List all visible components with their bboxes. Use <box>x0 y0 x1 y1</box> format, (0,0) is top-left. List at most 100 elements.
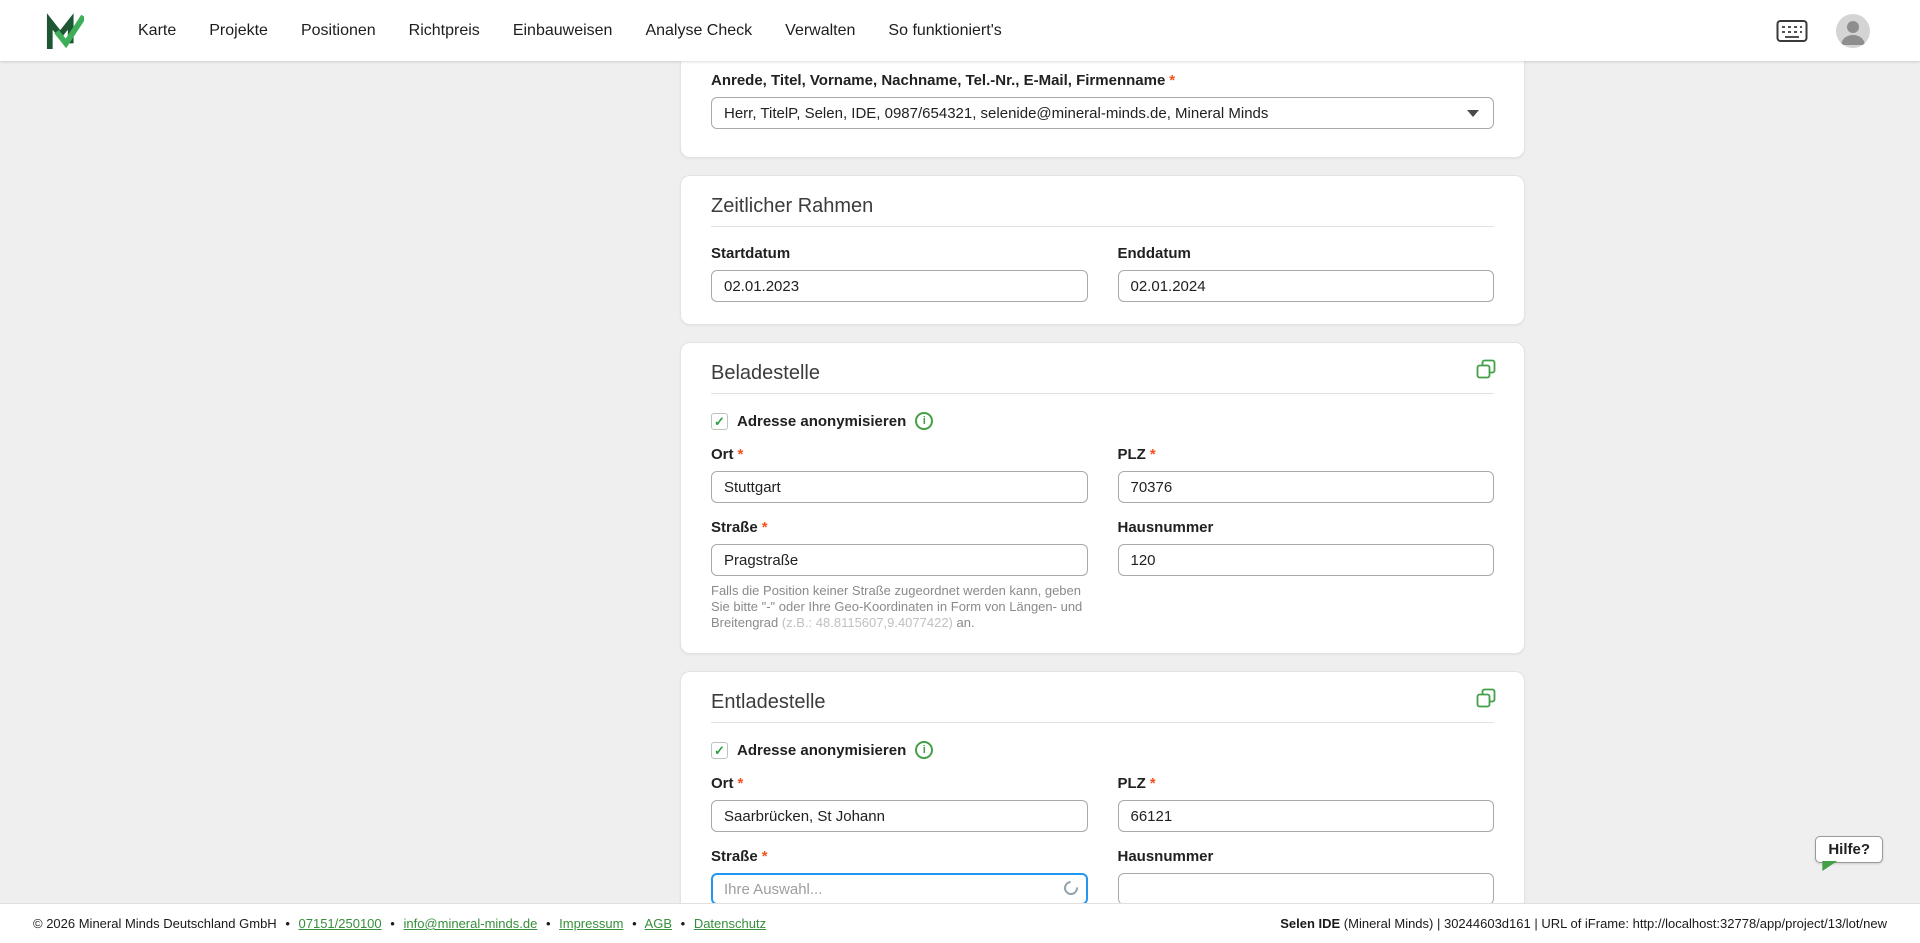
loading-zip-label: PLZ* <box>1118 446 1495 464</box>
required-mark: * <box>762 848 768 865</box>
footer-separator: • <box>681 916 686 931</box>
timeframe-title: Zeitlicher Rahmen <box>711 194 1494 218</box>
contact-field-label-text: Anrede, Titel, Vorname, Nachname, Tel.-N… <box>711 72 1165 89</box>
footer-link-impressum[interactable]: Impressum <box>559 916 623 931</box>
contact-card: Anrede, Titel, Vorname, Nachname, Tel.-N… <box>680 61 1525 158</box>
keyboard-icon-glyph <box>1776 19 1808 43</box>
footer-left: © 2026 Mineral Minds Deutschland GmbH • … <box>33 916 766 931</box>
footer-separator: • <box>390 916 395 931</box>
section-divider <box>711 226 1494 227</box>
footer-link-email[interactable]: info@mineral-minds.de <box>403 916 537 931</box>
footer-link-agb[interactable]: AGB <box>645 916 672 931</box>
unloading-city-field: Ort* <box>711 775 1088 832</box>
start-date-label: Startdatum <box>711 245 1088 263</box>
unloading-street-input[interactable] <box>711 873 1088 903</box>
unloading-zip-label: PLZ* <box>1118 775 1495 793</box>
help-button[interactable]: Hilfe? <box>1815 836 1883 863</box>
loading-city-label-text: Ort <box>711 446 734 463</box>
user-avatar[interactable] <box>1836 14 1870 48</box>
nav-item-so-funktionierts[interactable]: So funktioniert's <box>888 22 1001 40</box>
footer-separator: • <box>632 916 637 931</box>
nav-item-richtpreis[interactable]: Richtpreis <box>409 22 480 40</box>
nav-item-analyse-check[interactable]: Analyse Check <box>645 22 752 40</box>
unloading-housenumber-input[interactable] <box>1118 873 1495 903</box>
loading-city-field: Ort* <box>711 446 1088 503</box>
nav-item-einbauweisen[interactable]: Einbauweisen <box>513 22 613 40</box>
unloading-city-input[interactable] <box>711 800 1088 832</box>
timeframe-card: Zeitlicher Rahmen Startdatum Enddatum <box>680 175 1525 325</box>
keyboard-icon[interactable] <box>1776 18 1810 44</box>
nav-item-verwalten[interactable]: Verwalten <box>785 22 855 40</box>
footer-link-phone[interactable]: 07151/250100 <box>299 916 382 931</box>
anonymize-row: ✓ Adresse anonymisieren i <box>711 741 1494 759</box>
end-date-input[interactable] <box>1118 270 1495 302</box>
loading-city-label: Ort* <box>711 446 1088 464</box>
loading-zip-input[interactable] <box>1118 471 1495 503</box>
footer-separator: • <box>285 916 290 931</box>
section-divider <box>711 722 1494 723</box>
footer-separator: • <box>546 916 551 931</box>
main-navigation: Karte Projekte Positionen Richtpreis Ein… <box>138 22 1002 40</box>
loading-point-title: Beladestelle <box>711 361 1494 385</box>
required-mark: * <box>1150 775 1156 792</box>
main-content: Anrede, Titel, Vorname, Nachname, Tel.-N… <box>0 61 1920 903</box>
logo-icon <box>46 12 84 50</box>
unloading-point-card: Entladestelle ✓ Adresse anonymisieren i … <box>680 671 1525 903</box>
required-mark: * <box>1169 72 1175 89</box>
copy-address-icon[interactable] <box>1476 359 1496 379</box>
street-hint-text: Falls die Position keiner Straße zugeord… <box>711 583 1088 631</box>
unloading-point-title: Entladestelle <box>711 690 1494 714</box>
unloading-zip-label-text: PLZ <box>1118 775 1146 792</box>
unloading-housenumber-label: Hausnummer <box>1118 848 1495 866</box>
page-footer: © 2026 Mineral Minds Deutschland GmbH • … <box>0 903 1920 943</box>
nav-item-projekte[interactable]: Projekte <box>209 22 268 40</box>
footer-status-text: (Mineral Minds) | 30244603d161 | URL of … <box>1340 916 1887 931</box>
start-date-field: Startdatum <box>711 245 1088 302</box>
footer-copyright: © 2026 Mineral Minds Deutschland GmbH <box>33 916 277 931</box>
info-icon[interactable]: i <box>915 412 933 430</box>
loading-housenumber-label: Hausnummer <box>1118 519 1495 537</box>
loading-city-input[interactable] <box>711 471 1088 503</box>
unloading-zip-input[interactable] <box>1118 800 1495 832</box>
contact-field-label: Anrede, Titel, Vorname, Nachname, Tel.-N… <box>711 72 1494 90</box>
required-mark: * <box>738 446 744 463</box>
loading-street-label-text: Straße <box>711 519 758 536</box>
unloading-city-label-text: Ort <box>711 775 734 792</box>
end-date-field: Enddatum <box>1118 245 1495 302</box>
nav-item-positionen[interactable]: Positionen <box>301 22 376 40</box>
loading-street-input[interactable] <box>711 544 1088 576</box>
loading-housenumber-input[interactable] <box>1118 544 1495 576</box>
required-mark: * <box>762 519 768 536</box>
contact-select[interactable]: Herr, TitelP, Selen, IDE, 0987/654321, s… <box>711 97 1494 129</box>
street-hint-suffix: an. <box>953 615 975 630</box>
person-icon <box>1836 14 1870 48</box>
anonymize-label: Adresse anonymisieren <box>737 413 906 430</box>
mineral-minds-logo[interactable] <box>46 12 84 50</box>
help-bubble-tail-icon <box>1822 861 1837 871</box>
loading-point-card: Beladestelle ✓ Adresse anonymisieren i O… <box>680 342 1525 654</box>
anonymize-row: ✓ Adresse anonymisieren i <box>711 412 1494 430</box>
start-date-input[interactable] <box>711 270 1088 302</box>
footer-user-name: Selen IDE <box>1280 916 1340 931</box>
form-column: Anrede, Titel, Vorname, Nachname, Tel.-N… <box>680 61 1525 903</box>
top-navbar: Karte Projekte Positionen Richtpreis Ein… <box>0 0 1920 61</box>
loading-zip-label-text: PLZ <box>1118 446 1146 463</box>
copy-address-icon[interactable] <box>1476 688 1496 708</box>
info-icon[interactable]: i <box>915 741 933 759</box>
anonymize-checkbox[interactable]: ✓ <box>711 413 728 430</box>
anonymize-label: Adresse anonymisieren <box>737 742 906 759</box>
loading-housenumber-field: Hausnummer <box>1118 519 1495 631</box>
nav-item-karte[interactable]: Karte <box>138 22 176 40</box>
unloading-housenumber-field: Hausnummer <box>1118 848 1495 903</box>
help-button-label: Hilfe? <box>1828 841 1870 858</box>
unloading-street-label-text: Straße <box>711 848 758 865</box>
anonymize-checkbox[interactable]: ✓ <box>711 742 728 759</box>
unloading-zip-field: PLZ* <box>1118 775 1495 832</box>
loading-street-label: Straße* <box>711 519 1088 537</box>
section-divider <box>711 393 1494 394</box>
footer-link-datenschutz[interactable]: Datenschutz <box>694 916 766 931</box>
loading-zip-field: PLZ* <box>1118 446 1495 503</box>
street-hint-example: (z.B.: 48.8115607,9.4077422) <box>782 615 953 630</box>
required-mark: * <box>738 775 744 792</box>
chevron-down-icon <box>1467 110 1479 117</box>
